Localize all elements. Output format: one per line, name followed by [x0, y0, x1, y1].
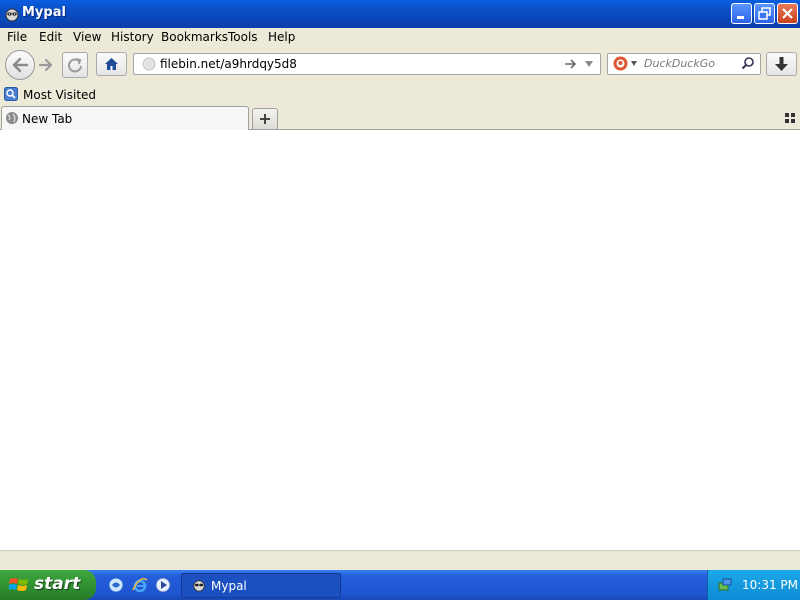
search-input[interactable]: DuckDuckGo [644, 57, 715, 70]
start-label: start [34, 574, 81, 594]
menu-bar: File Edit View History Bookmarks Tools H… [0, 28, 800, 48]
internet-explorer-icon[interactable] [132, 577, 148, 593]
menu-history[interactable]: History [111, 30, 154, 44]
restore-icon [758, 7, 771, 20]
forward-arrow-icon[interactable] [37, 56, 55, 74]
clock[interactable]: 10:31 PM [742, 578, 798, 592]
download-button[interactable] [766, 52, 797, 76]
menu-file[interactable]: File [7, 30, 27, 44]
go-arrow-icon[interactable] [563, 57, 577, 71]
home-icon [105, 58, 118, 70]
title-bar[interactable]: Mypal [0, 0, 800, 28]
home-button[interactable] [96, 52, 127, 76]
minimize-button[interactable] [731, 3, 752, 24]
most-visited-icon [4, 87, 18, 101]
url-dropdown-icon[interactable] [584, 59, 594, 69]
menu-help[interactable]: Help [268, 30, 295, 44]
back-button[interactable] [5, 50, 35, 80]
reload-button[interactable] [62, 52, 88, 78]
chevron-down-icon[interactable] [631, 61, 637, 66]
menu-tools[interactable]: Tools [228, 30, 258, 44]
raccoon-icon [5, 8, 19, 22]
restore-button[interactable] [754, 3, 775, 24]
duckduckgo-icon[interactable] [613, 56, 628, 71]
bookmark-most-visited[interactable]: Most Visited [23, 88, 96, 102]
minimize-icon [737, 16, 744, 19]
page-content[interactable] [0, 130, 800, 550]
windows-logo-icon [9, 578, 28, 591]
globe-icon [142, 57, 156, 71]
back-arrow-icon [12, 57, 29, 73]
tab-label: New Tab [22, 112, 73, 126]
menu-bookmarks[interactable]: Bookmarks [161, 30, 228, 44]
new-tab-button[interactable] [252, 108, 278, 129]
download-arrow-icon [775, 57, 788, 71]
close-button[interactable] [777, 3, 798, 24]
globe-icon [6, 112, 18, 124]
network-icon[interactable] [717, 577, 733, 593]
media-player-icon[interactable] [155, 577, 171, 593]
plus-icon [260, 114, 270, 124]
reload-icon [68, 58, 82, 73]
magnifier-icon[interactable] [741, 56, 755, 70]
menu-edit[interactable]: Edit [39, 30, 62, 44]
grid-icon[interactable] [785, 113, 795, 123]
raccoon-icon [193, 580, 205, 592]
status-bar [0, 550, 800, 570]
close-icon [782, 8, 793, 19]
browser-quicklaunch-icon[interactable] [108, 577, 124, 593]
url-input[interactable]: filebin.net/a9hrdqy5d8 [160, 57, 297, 71]
menu-view[interactable]: View [73, 30, 101, 44]
window-title: Mypal [22, 5, 66, 20]
taskbar-mypal-label: Mypal [211, 579, 247, 593]
